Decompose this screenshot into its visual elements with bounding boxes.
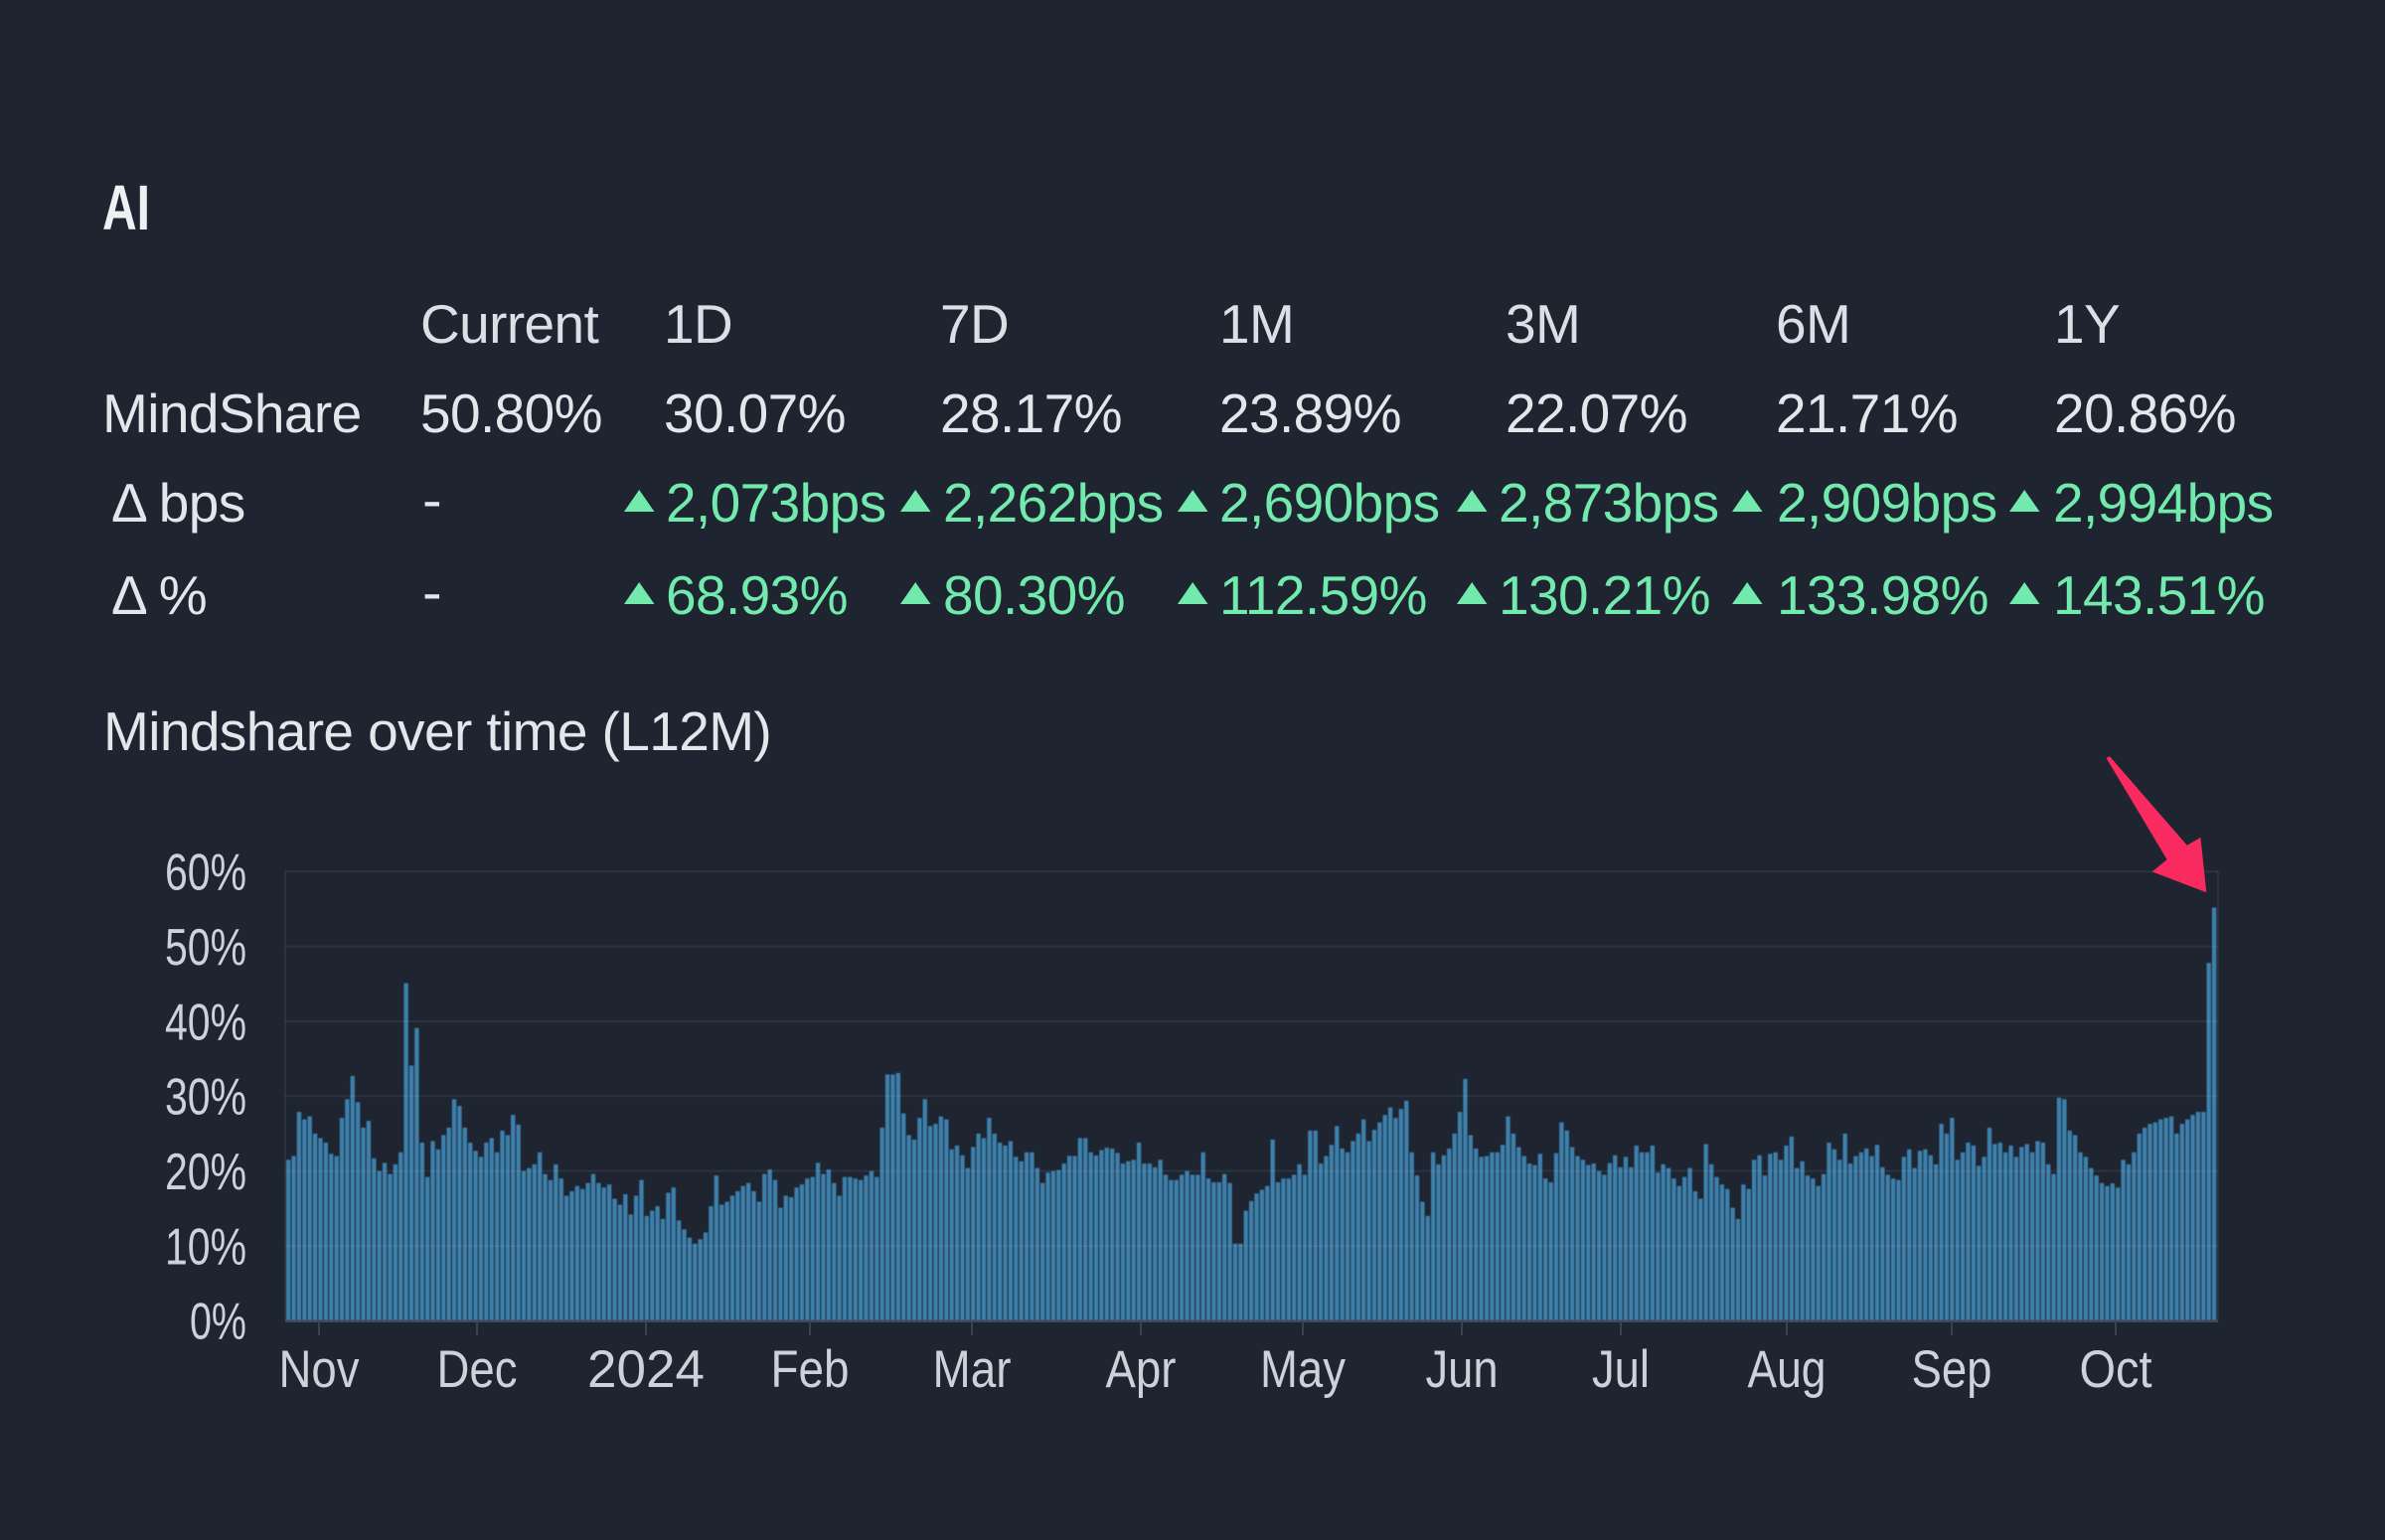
svg-text:2,073bps: 2,073bps: [666, 472, 886, 534]
svg-text:22.07%: 22.07%: [1506, 383, 1687, 444]
svg-text:2,909bps: 2,909bps: [1777, 472, 1997, 534]
svg-text:2024: 2024: [587, 1340, 705, 1399]
svg-text:21.71%: 21.71%: [1776, 383, 1958, 444]
svg-text:2,690bps: 2,690bps: [1219, 472, 1440, 534]
svg-text:1D: 1D: [664, 293, 732, 355]
svg-text:Δ bps: Δ bps: [111, 472, 245, 534]
svg-text:20.86%: 20.86%: [2054, 383, 2236, 444]
svg-text:112.59%: 112.59%: [1219, 564, 1427, 626]
svg-text:133.98%: 133.98%: [1777, 564, 1988, 626]
svg-text:May: May: [1260, 1340, 1346, 1399]
svg-text:10%: 10%: [165, 1218, 246, 1276]
svg-text:Current: Current: [420, 293, 599, 355]
svg-text:Dec: Dec: [437, 1340, 518, 1399]
svg-text:6M: 6M: [1776, 293, 1850, 355]
svg-text:Jul: Jul: [1592, 1340, 1650, 1399]
svg-text:1Y: 1Y: [2054, 293, 2120, 355]
svg-text:2,873bps: 2,873bps: [1499, 472, 1719, 534]
svg-text:Jun: Jun: [1426, 1340, 1499, 1399]
svg-text:2,994bps: 2,994bps: [2053, 472, 2274, 534]
svg-text:68.93%: 68.93%: [666, 564, 848, 626]
svg-text:7D: 7D: [940, 293, 1009, 355]
svg-text:-: -: [422, 469, 441, 531]
svg-text:1M: 1M: [1219, 293, 1294, 355]
svg-text:-: -: [422, 561, 441, 623]
svg-text:30%: 30%: [165, 1069, 246, 1127]
svg-text:50.80%: 50.80%: [420, 383, 602, 444]
svg-text:Mindshare over time (L12M): Mindshare over time (L12M): [103, 700, 771, 762]
svg-text:Sep: Sep: [1912, 1340, 1992, 1399]
svg-text:Oct: Oct: [2080, 1340, 2152, 1399]
svg-text:Nov: Nov: [279, 1340, 360, 1399]
svg-text:Apr: Apr: [1106, 1340, 1177, 1399]
svg-text:AI: AI: [102, 172, 150, 242]
svg-text:Mar: Mar: [933, 1340, 1012, 1399]
svg-text:2,262bps: 2,262bps: [943, 472, 1164, 534]
svg-text:130.21%: 130.21%: [1499, 564, 1710, 626]
svg-text:Aug: Aug: [1748, 1340, 1827, 1399]
svg-text:28.17%: 28.17%: [940, 383, 1122, 444]
svg-text:0%: 0%: [190, 1294, 246, 1351]
svg-text:60%: 60%: [165, 845, 246, 902]
svg-text:MindShare: MindShare: [102, 383, 362, 444]
svg-text:Feb: Feb: [771, 1340, 850, 1399]
svg-text:3M: 3M: [1506, 293, 1580, 355]
svg-text:40%: 40%: [165, 994, 246, 1051]
svg-text:50%: 50%: [165, 919, 246, 977]
svg-text:23.89%: 23.89%: [1219, 383, 1401, 444]
svg-text:20%: 20%: [165, 1144, 246, 1201]
svg-text:30.07%: 30.07%: [664, 383, 846, 444]
svg-text:80.30%: 80.30%: [943, 564, 1125, 626]
svg-text:Δ %: Δ %: [111, 564, 207, 626]
svg-text:143.51%: 143.51%: [2053, 564, 2265, 626]
